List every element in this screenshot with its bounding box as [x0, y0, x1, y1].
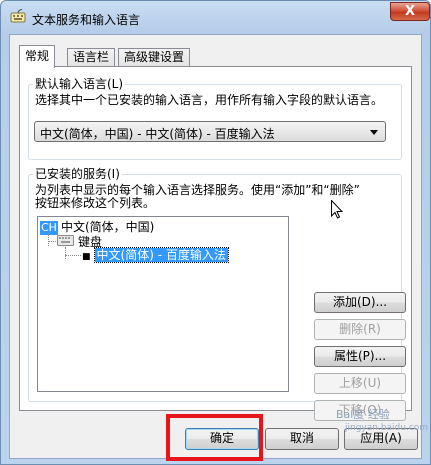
properties-button[interactable]: 属性(P)... — [314, 346, 406, 367]
move-up-button[interactable]: 上移(U) — [314, 373, 406, 394]
default-language-description: 选择其中一个已安装的输入语言，用作所有输入字段的默认语言。 — [35, 93, 384, 107]
installed-services-label: 已安装的服务(I) — [33, 167, 122, 181]
dialog-window: 文本服务和输入语言 X 常规 语言栏 高级键设置 默认输入语言(L) 选择其中一… — [0, 0, 431, 465]
close-button[interactable]: X — [390, 2, 430, 21]
installed-services-group: 已安装的服务(I) 为列表中显示的每个输入语言选择服务。使用“添加”和“删除” … — [28, 167, 406, 421]
ok-highlight-box — [166, 414, 263, 461]
tree-item-language[interactable]: CH 中文(简体，中国) — [40, 220, 154, 235]
remove-button-label: 删除(R) — [339, 322, 381, 336]
title-bar[interactable]: 文本服务和输入语言 X — [1, 1, 430, 35]
services-tree[interactable]: CH 中文(简体，中国) 键盘 ■ 中文(简体) - 百度输入法 — [37, 216, 289, 392]
tree-item-keyboard[interactable]: 键盘 — [78, 235, 102, 249]
close-icon: X — [404, 4, 416, 19]
keyboard-app-icon — [10, 9, 26, 23]
tab-language-bar-label: 语言栏 — [73, 50, 110, 64]
baidu-watermark-url: jingyan.baidu.com — [345, 423, 429, 433]
move-up-button-label: 上移(U) — [338, 376, 382, 390]
tab-language-bar[interactable]: 语言栏 — [67, 48, 116, 67]
remove-button[interactable]: 删除(R) — [314, 319, 406, 340]
add-button[interactable]: 添加(D)... — [314, 292, 406, 313]
mouse-pointer-icon — [331, 200, 343, 219]
tab-general[interactable]: 常规 — [19, 45, 56, 68]
tab-panel-general: 默认输入语言(L) 选择其中一个已安装的输入语言，用作所有输入字段的默认语言。 … — [19, 66, 412, 421]
service-label: 中文(简体) - 百度输入法 — [93, 247, 229, 263]
apply-button-label: 应用(A) — [360, 431, 402, 445]
baidu-watermark: Bai度 经验 — [336, 408, 390, 421]
default-language-label: 默认输入语言(L) — [33, 77, 126, 91]
default-language-group: 默认输入语言(L) 选择其中一个已安装的输入语言，用作所有输入字段的默认语言。 … — [28, 77, 402, 160]
tab-advanced-key-settings[interactable]: 高级键设置 — [118, 48, 191, 67]
default-language-value: 中文(简体，中国) - 中文(简体) - 百度输入法 — [40, 127, 275, 141]
keyboard-category-label: 键盘 — [78, 235, 103, 249]
keyboard-icon — [57, 235, 74, 246]
tree-connector — [48, 234, 49, 246]
tree-connector — [48, 241, 56, 242]
language-label: 中文(简体，中国) — [60, 220, 155, 234]
default-language-select[interactable]: 中文(简体，中国) - 中文(简体) - 百度输入法 — [34, 121, 386, 142]
properties-button-label: 属性(P)... — [333, 349, 387, 363]
cancel-button-label: 取消 — [289, 431, 314, 445]
dialog-client-area: 常规 语言栏 高级键设置 默认输入语言(L) 选择其中一个已安装的输入语言，用作… — [9, 34, 422, 459]
add-button-label: 添加(D)... — [332, 295, 388, 309]
window-title: 文本服务和输入语言 — [32, 13, 141, 27]
bullet-icon: ■ — [82, 252, 91, 262]
cancel-button[interactable]: 取消 — [265, 428, 339, 450]
chevron-down-icon — [370, 130, 378, 135]
language-badge: CH — [40, 221, 58, 235]
tree-connector — [65, 255, 81, 256]
installed-services-desc-line2: 按钮来修改这个列表。 — [35, 196, 156, 210]
tree-item-service[interactable]: ■ 中文(简体) - 百度输入法 — [82, 247, 229, 264]
tab-general-label: 常规 — [25, 49, 50, 63]
tab-advanced-key-settings-label: 高级键设置 — [124, 50, 185, 64]
tree-connector — [65, 247, 66, 259]
